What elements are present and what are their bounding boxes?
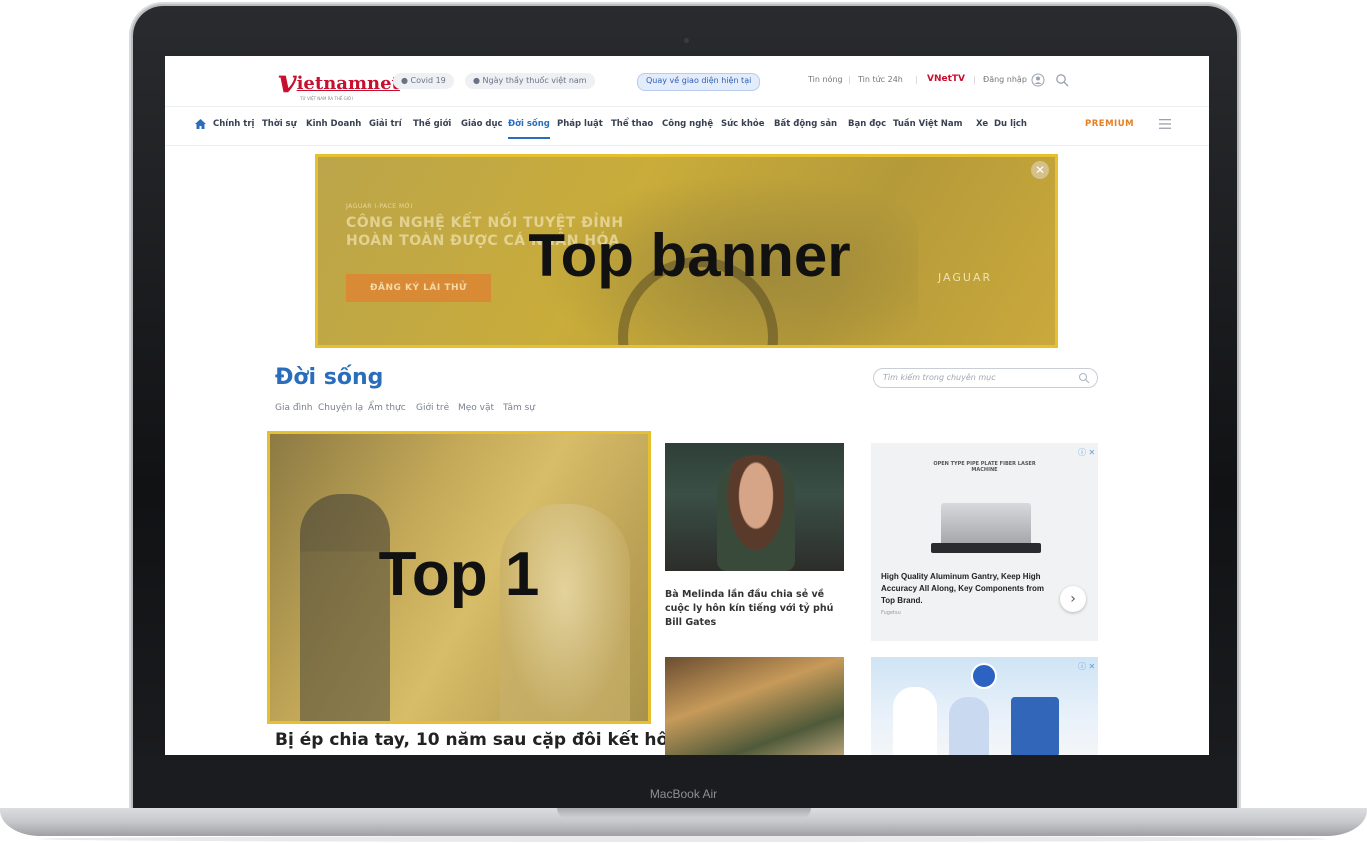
section-title[interactable]: Đời sống [275,365,383,390]
search-icon[interactable] [1078,372,1090,384]
tag-covid19[interactable]: ● Covid 19 [393,73,454,89]
milk-product-image [1011,697,1059,755]
switch-interface-link[interactable]: Quay về giao diện hiện tại [637,73,761,91]
nav-item-du-lich[interactable]: Du lịch [994,119,1027,129]
tag-doctors-day[interactable]: ● Ngày thầy thuốc việt nam [465,73,595,89]
banner-kicker: JAGUAR I-PACE MỚI [346,203,413,210]
portrait-image [717,455,795,571]
brand-seal-icon [971,663,997,689]
ad-choices-icon[interactable]: ⓘ ✕ [1078,447,1095,458]
subcategory-chuyen-la[interactable]: Chuyện lạ [318,403,363,413]
nav-item-phap-luat[interactable]: Pháp luật [557,119,603,129]
chevron-right-icon[interactable]: › [1060,586,1086,612]
nav-item-tuan-viet-nam[interactable]: Tuần Việt Nam [893,119,963,129]
laptop-hinge-notch [557,808,811,818]
nav-item-the-gioi[interactable]: Thế giới [413,119,451,129]
nav-item-xe[interactable]: Xe [976,119,988,129]
article-headline[interactable]: Bà Melinda lần đầu chia sẻ về cuộc ly hô… [665,588,845,630]
header-divider: | [848,75,851,84]
site-header: v ietnamnet TỪ VIỆT NAM RA THẾ GIỚI ● Cov… [165,56,1209,106]
nav-item-cong-nghe[interactable]: Công nghệ [662,119,713,129]
hot-news-link[interactable]: Tin nóng [808,75,843,84]
menu-icon[interactable] [1159,119,1171,129]
login-link[interactable]: Đăng nhập [983,75,1027,84]
header-divider: | [915,75,918,84]
subcategory-gia-dinh[interactable]: Gia đình [275,403,312,413]
nav-item-giai-tri[interactable]: Giải trí [369,119,402,129]
nav-item-doi-song[interactable]: Đời sống [508,119,550,139]
home-icon[interactable] [195,119,206,129]
vnettv-link[interactable]: VNetTV [927,71,967,88]
nav-item-chinh-tri[interactable]: Chính trị [213,119,254,129]
search-icon[interactable] [1055,73,1069,87]
subcategory-meo-vat[interactable]: Mẹo vặt [458,403,494,413]
subcategory-am-thuc[interactable]: Ẩm thực [368,403,406,413]
vietnamnet-logo[interactable]: v ietnamnet TỪ VIỆT NAM RA THẾ GIỚI [278,65,400,101]
search-placeholder: Tìm kiếm trong chuyên mục [883,373,996,382]
close-icon[interactable]: ✕ [1031,161,1049,179]
top1-headline[interactable]: Bị ép chia tay, 10 năm sau cặp đôi kết h… [275,730,680,750]
laptop-brand-label: MacBook Air [649,787,718,801]
top1-feature-image[interactable]: Top 1 [267,431,651,724]
logo-tagline: TỪ VIỆT NAM RA THẾ GIỚI [300,96,353,101]
ad-text: High Quality Aluminum Gantry, Keep High … [881,572,1044,605]
news-24h-link[interactable]: Tin tức 24h [858,75,903,84]
nav-item-ban-doc[interactable]: Bạn đọc [848,119,886,129]
ad-choices-icon[interactable]: ⓘ ✕ [1078,661,1095,672]
sidebar-ad[interactable]: ⓘ ✕ OPEN TYPE PIPE PLATE FIBER LASER MAC… [871,443,1098,641]
nav-item-the-thao[interactable]: Thể thao [611,119,653,129]
subcategory-tam-su[interactable]: Tâm sự [503,403,535,413]
nav-item-bat-dong-san[interactable]: Bất động sản [774,119,837,129]
ad-heading: OPEN TYPE PIPE PLATE FIBER LASER MACHINE [933,461,1036,473]
bride-figure [500,504,630,721]
article-thumbnail[interactable] [665,657,844,755]
top1-label: Top 1 [378,540,540,609]
child-figure [949,697,989,755]
child-figure [893,687,937,755]
top-banner-label: Top banner [528,222,851,289]
header-divider: | [973,75,976,84]
browser-screen: v ietnamnet TỪ VIỆT NAM RA THẾ GIỚI ● Cov… [165,56,1209,755]
section-search-input[interactable]: Tìm kiếm trong chuyên mục [873,368,1098,388]
nav-item-thoi-su[interactable]: Thời sự [262,119,297,129]
nav-item-giao-duc[interactable]: Giáo dục [461,119,503,129]
subcategory-gioi-tre[interactable]: Giới trẻ [416,403,449,413]
nav-item-kinh-doanh[interactable]: Kinh Doanh [306,119,361,129]
article-thumbnail[interactable] [665,443,844,571]
laser-machine-base [931,543,1041,553]
webcam-icon [684,38,689,43]
laptop-shadow [40,836,1327,842]
nav-item-suc-khoe[interactable]: Sức khỏe [721,119,764,129]
sidebar-ad[interactable]: ⓘ ✕ [871,657,1098,755]
user-icon[interactable] [1031,73,1045,87]
main-navigation: Chính trị Thời sự Kinh Doanh Giải trí Th… [165,106,1209,146]
laptop-bezel-bottom [133,755,1237,811]
ad-source: Fugetsu [881,610,901,616]
top-banner-ad[interactable]: JAGUAR I-PACE MỚI CÔNG NGHỆ KẾT NỐI TUYỆ… [315,154,1058,348]
premium-link[interactable]: PREMIUM [1085,119,1134,129]
